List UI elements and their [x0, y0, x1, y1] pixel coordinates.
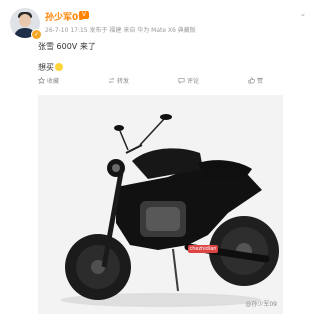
source-watermark: chezhidian [188, 245, 218, 253]
comment-button[interactable]: 评论 [178, 77, 199, 87]
repost-icon [108, 77, 115, 84]
post-photo[interactable]: chezhidian @孙少军09 [38, 95, 283, 314]
weibo-post: ✓ 孙少军09 V 26-7-10 17:15 发布于 福建 来自 华为 Mat… [0, 0, 319, 314]
comment-label: 评论 [187, 78, 200, 85]
comment-icon [178, 78, 185, 84]
laugh-emoji-icon [55, 63, 63, 71]
avatar-face [19, 14, 31, 27]
vip-badge: V [79, 11, 90, 19]
motorcycle-photo [38, 95, 283, 314]
thumbs-up-icon [248, 77, 255, 84]
photo-watermark: @孙少军09 [245, 301, 277, 308]
like-label: 赞 [257, 78, 264, 85]
post-text-line2-label: 想买 [38, 63, 54, 72]
more-options-icon[interactable]: ⌄ [298, 10, 308, 18]
like-button[interactable]: 赞 [248, 77, 263, 87]
collect-label: 收藏 [47, 78, 60, 85]
repost-label: 转发 [117, 78, 130, 85]
post-text-line1: 张雪 600V 来了 [38, 42, 96, 51]
star-icon [38, 77, 45, 84]
verified-icon: ✓ [31, 29, 42, 40]
post-actions: 收藏 转发 评论 赞 [38, 77, 278, 89]
post-meta: 26-7-10 17:15 发布于 福建 来自 华为 Mate X6 典藏版 [45, 27, 196, 34]
post-text-line2: 想买 [38, 62, 63, 73]
repost-button[interactable]: 转发 [108, 77, 129, 87]
collect-button[interactable]: 收藏 [38, 77, 59, 87]
